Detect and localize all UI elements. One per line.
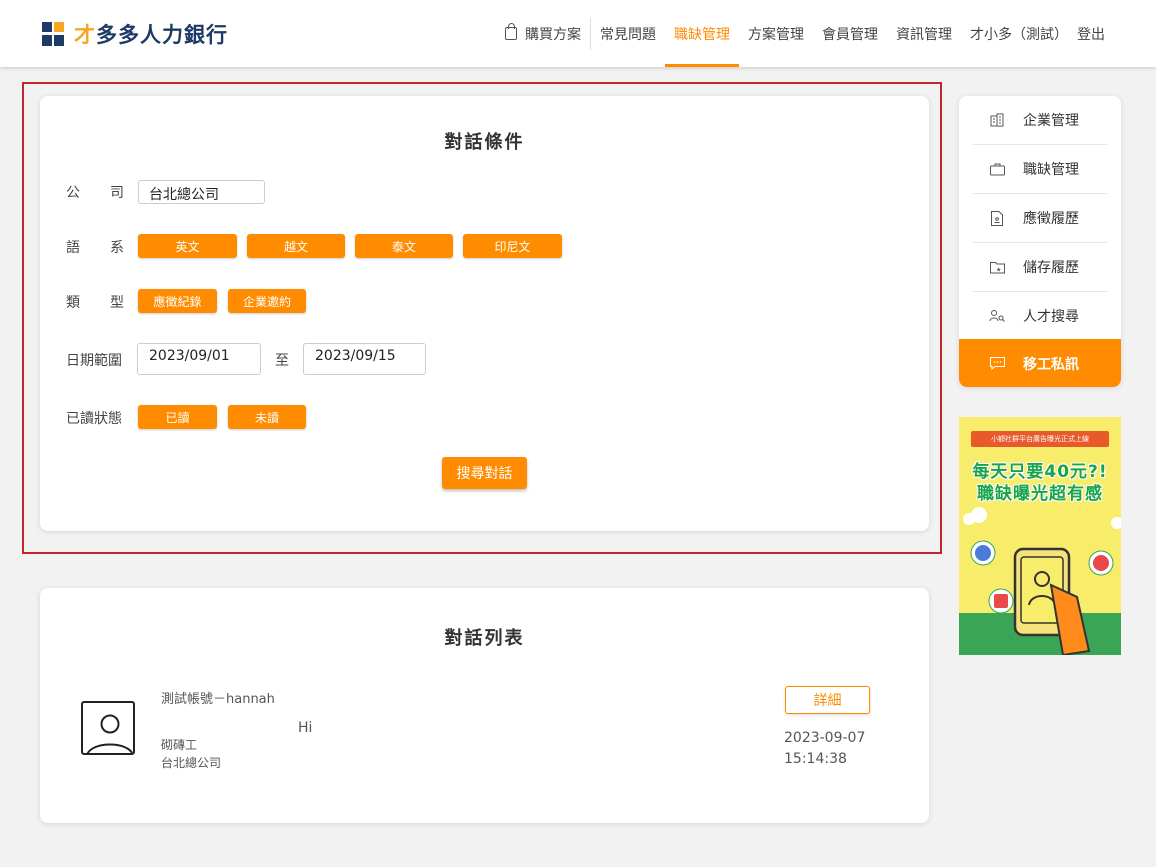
logo-text: 才多多人力銀行: [74, 23, 228, 47]
nav-buy-plan[interactable]: 購買方案: [496, 0, 590, 67]
nav-info[interactable]: 資訊管理: [887, 0, 961, 67]
nav-jobs-label: 職缺管理: [674, 26, 730, 43]
nav-members[interactable]: 會員管理: [813, 0, 887, 67]
conversation-company: 台北總公司: [161, 756, 222, 770]
sidebar-item-company[interactable]: 企業管理: [973, 96, 1107, 145]
sidebar-item-applications[interactable]: 應徵履歷: [973, 194, 1107, 243]
sidebar-item-label: 應徵履歷: [1023, 211, 1079, 227]
chat-icon: [989, 356, 1005, 372]
avatar-icon: [81, 701, 135, 755]
detail-button[interactable]: 詳細: [785, 686, 870, 714]
sidebar-item-jobs[interactable]: 職缺管理: [973, 145, 1107, 194]
logo-mark-icon: [42, 22, 64, 46]
list-title: 對話列表: [444, 628, 525, 649]
nav-logout-label: 登出: [1077, 26, 1105, 43]
ad-ribbon: 小額社群平台廣告曝光正式上線: [971, 431, 1109, 447]
shopping-bag-icon: [505, 23, 517, 40]
top-header: 才多多人力銀行 購買方案 常見問題 職缺管理 方案管理 會員管理 資訊管理 才小…: [0, 0, 1156, 67]
sidebar-item-talent-search[interactable]: 人才搜尋: [973, 292, 1107, 341]
ad-illustration: [959, 507, 1121, 655]
side-menu: 企業管理 職缺管理 應徵履歷 ★ 儲存履歷 人才搜尋 移工私訊: [959, 96, 1121, 387]
nav-user[interactable]: 才小多（測試）: [961, 0, 1077, 67]
highlight-outline: [22, 82, 942, 554]
ad-banner[interactable]: 小額社群平台廣告曝光正式上線 每天只要40元?! 職缺曝光超有感: [959, 417, 1121, 655]
nav-jobs[interactable]: 職缺管理: [665, 0, 739, 67]
nav-user-label: 才小多（測試）: [970, 26, 1068, 43]
main-nav: 購買方案 常見問題 職缺管理 方案管理 會員管理 資訊管理 才小多（測試） 登出: [496, 0, 1114, 67]
nav-faq-label: 常見問題: [600, 26, 656, 43]
nav-faq[interactable]: 常見問題: [591, 0, 665, 67]
sidebar-item-label: 移工私訊: [1023, 356, 1079, 373]
folder-star-icon: ★: [989, 259, 1005, 275]
site-logo[interactable]: 才多多人力銀行: [42, 19, 228, 49]
svg-text:★: ★: [996, 266, 1001, 273]
nav-plans[interactable]: 方案管理: [739, 0, 813, 67]
nav-info-label: 資訊管理: [896, 26, 952, 43]
conversation-message: Hi: [298, 720, 313, 736]
nav-members-label: 會員管理: [822, 26, 878, 43]
sidebar-item-saved-resumes[interactable]: ★ 儲存履歷: [973, 243, 1107, 292]
sidebar-item-label: 人才搜尋: [1023, 309, 1079, 325]
sidebar-item-label: 職缺管理: [1023, 162, 1079, 178]
conversation-list-card: 對話列表 測試帳號－hannah Hi 砌磚工 台北總公司 詳細 2023-09…: [40, 588, 929, 823]
conversation-name: 測試帳號－hannah: [161, 692, 275, 707]
nav-plans-label: 方案管理: [748, 26, 804, 43]
person-search-icon: [989, 308, 1005, 324]
sidebar-item-worker-messages[interactable]: 移工私訊: [959, 339, 1121, 387]
sidebar-item-label: 企業管理: [1023, 113, 1079, 129]
document-icon: [989, 210, 1005, 226]
briefcase-icon: [989, 161, 1005, 177]
conversation-time: 15:14:38: [784, 751, 847, 767]
nav-logout[interactable]: 登出: [1077, 0, 1114, 67]
sidebar-item-label: 儲存履歷: [1023, 260, 1079, 276]
conversation-position: 砌磚工: [161, 738, 198, 752]
nav-buy-plan-label: 購買方案: [525, 26, 581, 43]
building-icon: [989, 112, 1005, 128]
conversation-date: 2023-09-07: [784, 730, 866, 746]
ad-subheadline: 職缺曝光超有感: [977, 484, 1103, 504]
